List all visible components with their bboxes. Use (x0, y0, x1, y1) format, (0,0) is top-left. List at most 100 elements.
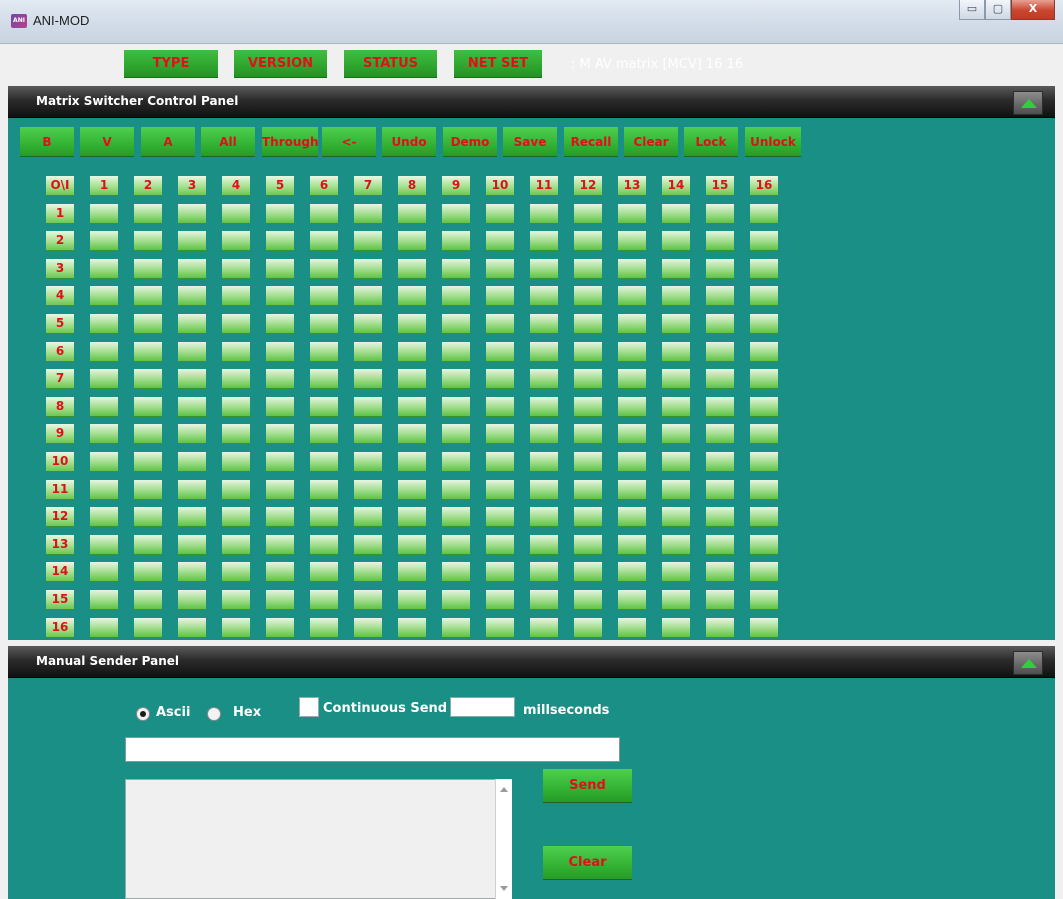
matrix-cell[interactable] (178, 590, 206, 609)
output-header-4[interactable]: 4 (46, 286, 74, 305)
matrix-cell[interactable] (178, 507, 206, 526)
matrix-cell[interactable] (706, 618, 734, 637)
matrix-cell[interactable] (354, 397, 382, 416)
input-header-5[interactable]: 5 (266, 176, 294, 195)
matrix-cell[interactable] (662, 590, 690, 609)
matrix-cell[interactable] (354, 535, 382, 554)
matrix-cell[interactable] (750, 342, 778, 361)
clear-log-button[interactable]: Clear (543, 846, 632, 879)
matrix-cell[interactable] (662, 259, 690, 278)
matrix-cell[interactable] (574, 286, 602, 305)
status-button[interactable]: STATUS (344, 50, 437, 77)
type-button[interactable]: TYPE (124, 50, 218, 77)
matrix-cell[interactable] (222, 397, 250, 416)
matrix-cell[interactable] (90, 259, 118, 278)
matrix-cell[interactable] (662, 231, 690, 250)
matrix-cell[interactable] (134, 286, 162, 305)
matrix-cell[interactable] (398, 562, 426, 581)
matrix-cell[interactable] (310, 259, 338, 278)
matrix-cell[interactable] (442, 452, 470, 471)
matrix-cell[interactable] (178, 314, 206, 333)
matrix-cell[interactable] (310, 369, 338, 388)
output-header-11[interactable]: 11 (46, 480, 74, 499)
input-header-4[interactable]: 4 (222, 176, 250, 195)
response-log[interactable] (125, 779, 512, 899)
matrix-cell[interactable] (706, 369, 734, 388)
matrix-cell[interactable] (134, 535, 162, 554)
ascii-radio[interactable] (136, 707, 150, 721)
matrix-cell[interactable] (530, 204, 558, 223)
matrix-cell[interactable] (354, 231, 382, 250)
matrix-cell[interactable] (574, 314, 602, 333)
matrix-cell[interactable] (618, 618, 646, 637)
matrix-cell[interactable] (574, 342, 602, 361)
input-header-7[interactable]: 7 (354, 176, 382, 195)
matrix-cell[interactable] (222, 231, 250, 250)
matrix-cell[interactable] (90, 342, 118, 361)
matrix-cell[interactable] (486, 452, 514, 471)
matrix-cell[interactable] (310, 562, 338, 581)
matrix-cell[interactable] (398, 397, 426, 416)
matrix-cell[interactable] (750, 424, 778, 443)
matrix-cell[interactable] (354, 286, 382, 305)
matrix-cell[interactable] (310, 452, 338, 471)
matrix-cell[interactable] (662, 286, 690, 305)
matrix-cell[interactable] (222, 259, 250, 278)
matrix-cell[interactable] (398, 480, 426, 499)
matrix-cell[interactable] (530, 507, 558, 526)
control-button-9[interactable]: Recall (564, 127, 618, 156)
matrix-cell[interactable] (574, 480, 602, 499)
matrix-cell[interactable] (134, 231, 162, 250)
input-header-13[interactable]: 13 (618, 176, 646, 195)
matrix-cell[interactable] (662, 562, 690, 581)
matrix-cell[interactable] (618, 507, 646, 526)
input-header-11[interactable]: 11 (530, 176, 558, 195)
matrix-cell[interactable] (266, 424, 294, 443)
matrix-cell[interactable] (750, 535, 778, 554)
matrix-cell[interactable] (222, 369, 250, 388)
matrix-cell[interactable] (310, 590, 338, 609)
matrix-cell[interactable] (398, 314, 426, 333)
matrix-cell[interactable] (134, 507, 162, 526)
matrix-cell[interactable] (266, 480, 294, 499)
matrix-cell[interactable] (310, 424, 338, 443)
matrix-cell[interactable] (442, 286, 470, 305)
matrix-cell[interactable] (486, 259, 514, 278)
matrix-cell[interactable] (178, 618, 206, 637)
matrix-cell[interactable] (90, 590, 118, 609)
control-button-4[interactable]: Through (262, 127, 319, 156)
matrix-cell[interactable] (266, 507, 294, 526)
matrix-cell[interactable] (662, 314, 690, 333)
output-header-13[interactable]: 13 (46, 535, 74, 554)
output-header-7[interactable]: 7 (46, 369, 74, 388)
matrix-cell[interactable] (618, 204, 646, 223)
matrix-cell[interactable] (706, 424, 734, 443)
matrix-cell[interactable] (90, 397, 118, 416)
matrix-cell[interactable] (618, 231, 646, 250)
output-header-1[interactable]: 1 (46, 204, 74, 223)
matrix-cell[interactable] (398, 424, 426, 443)
matrix-cell[interactable] (222, 507, 250, 526)
matrix-cell[interactable] (486, 480, 514, 499)
matrix-cell[interactable] (90, 480, 118, 499)
matrix-cell[interactable] (398, 535, 426, 554)
matrix-cell[interactable] (574, 424, 602, 443)
matrix-cell[interactable] (662, 507, 690, 526)
matrix-cell[interactable] (310, 397, 338, 416)
matrix-cell[interactable] (222, 342, 250, 361)
matrix-cell[interactable] (750, 286, 778, 305)
matrix-cell[interactable] (134, 314, 162, 333)
matrix-cell[interactable] (354, 562, 382, 581)
matrix-cell[interactable] (706, 286, 734, 305)
matrix-cell[interactable] (354, 507, 382, 526)
output-header-16[interactable]: 16 (46, 618, 74, 637)
matrix-cell[interactable] (266, 314, 294, 333)
matrix-cell[interactable] (706, 480, 734, 499)
matrix-cell[interactable] (310, 618, 338, 637)
matrix-cell[interactable] (486, 507, 514, 526)
matrix-cell[interactable] (222, 452, 250, 471)
matrix-cell[interactable] (90, 618, 118, 637)
matrix-cell[interactable] (354, 314, 382, 333)
matrix-cell[interactable] (222, 590, 250, 609)
matrix-cell[interactable] (354, 342, 382, 361)
